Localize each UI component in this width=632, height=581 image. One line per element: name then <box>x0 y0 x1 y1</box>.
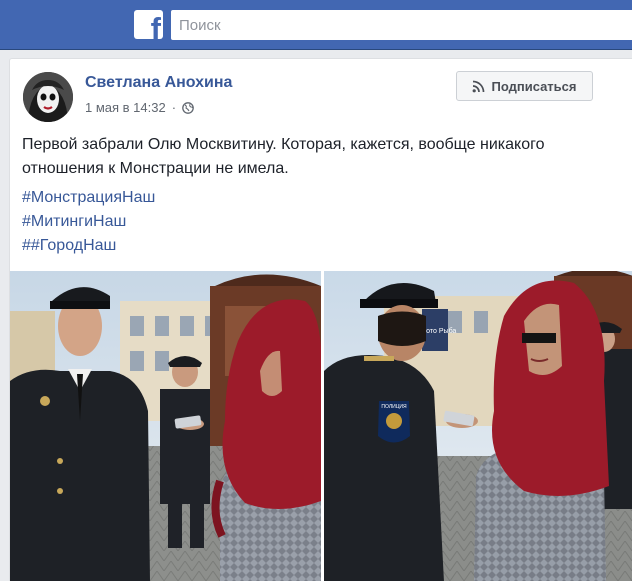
hashtag-link[interactable]: #МитингиНаш <box>22 210 155 234</box>
post-photo-right[interactable]: Болото Рыба ПОЛИЦИЯ <box>324 271 632 581</box>
post-date[interactable]: 1 мая в 14:32 <box>85 100 166 115</box>
subscribe-label: Подписаться <box>491 78 577 94</box>
avatar[interactable] <box>23 72 73 122</box>
post-photo-left[interactable] <box>10 271 321 581</box>
post-text: Первой забрали Олю Москвитину. Которая, … <box>22 136 545 177</box>
patch-text: ПОЛИЦИЯ <box>381 404 407 410</box>
rss-icon <box>473 80 485 92</box>
author-name[interactable]: Светлана Анохина <box>85 74 232 92</box>
post-meta: 1 мая в 14:32 · <box>85 100 194 115</box>
hashtag-link[interactable]: #МонстрацияНаш <box>22 186 155 210</box>
top-navigation-bar: f <box>0 0 632 50</box>
search-box[interactable] <box>171 10 632 40</box>
search-input[interactable] <box>171 10 632 40</box>
facebook-logo-icon[interactable]: f <box>134 10 163 39</box>
meta-separator: · <box>171 100 177 115</box>
facebook-logo-letter: f <box>150 11 161 39</box>
photo-right-image: Болото Рыба ПОЛИЦИЯ <box>324 271 632 581</box>
globe-icon <box>182 101 194 114</box>
post-card: Светлана Анохина 1 мая в 14:32 · Подписа… <box>9 58 632 581</box>
subscribe-button[interactable]: Подписаться <box>456 71 593 101</box>
avatar-image <box>23 72 73 122</box>
hashtag-link[interactable]: ##ГородНаш <box>22 234 155 258</box>
hashtag-list: #МонстрацияНаш #МитингиНаш ##ГородНаш <box>22 186 155 258</box>
photo-left-image <box>10 271 321 581</box>
